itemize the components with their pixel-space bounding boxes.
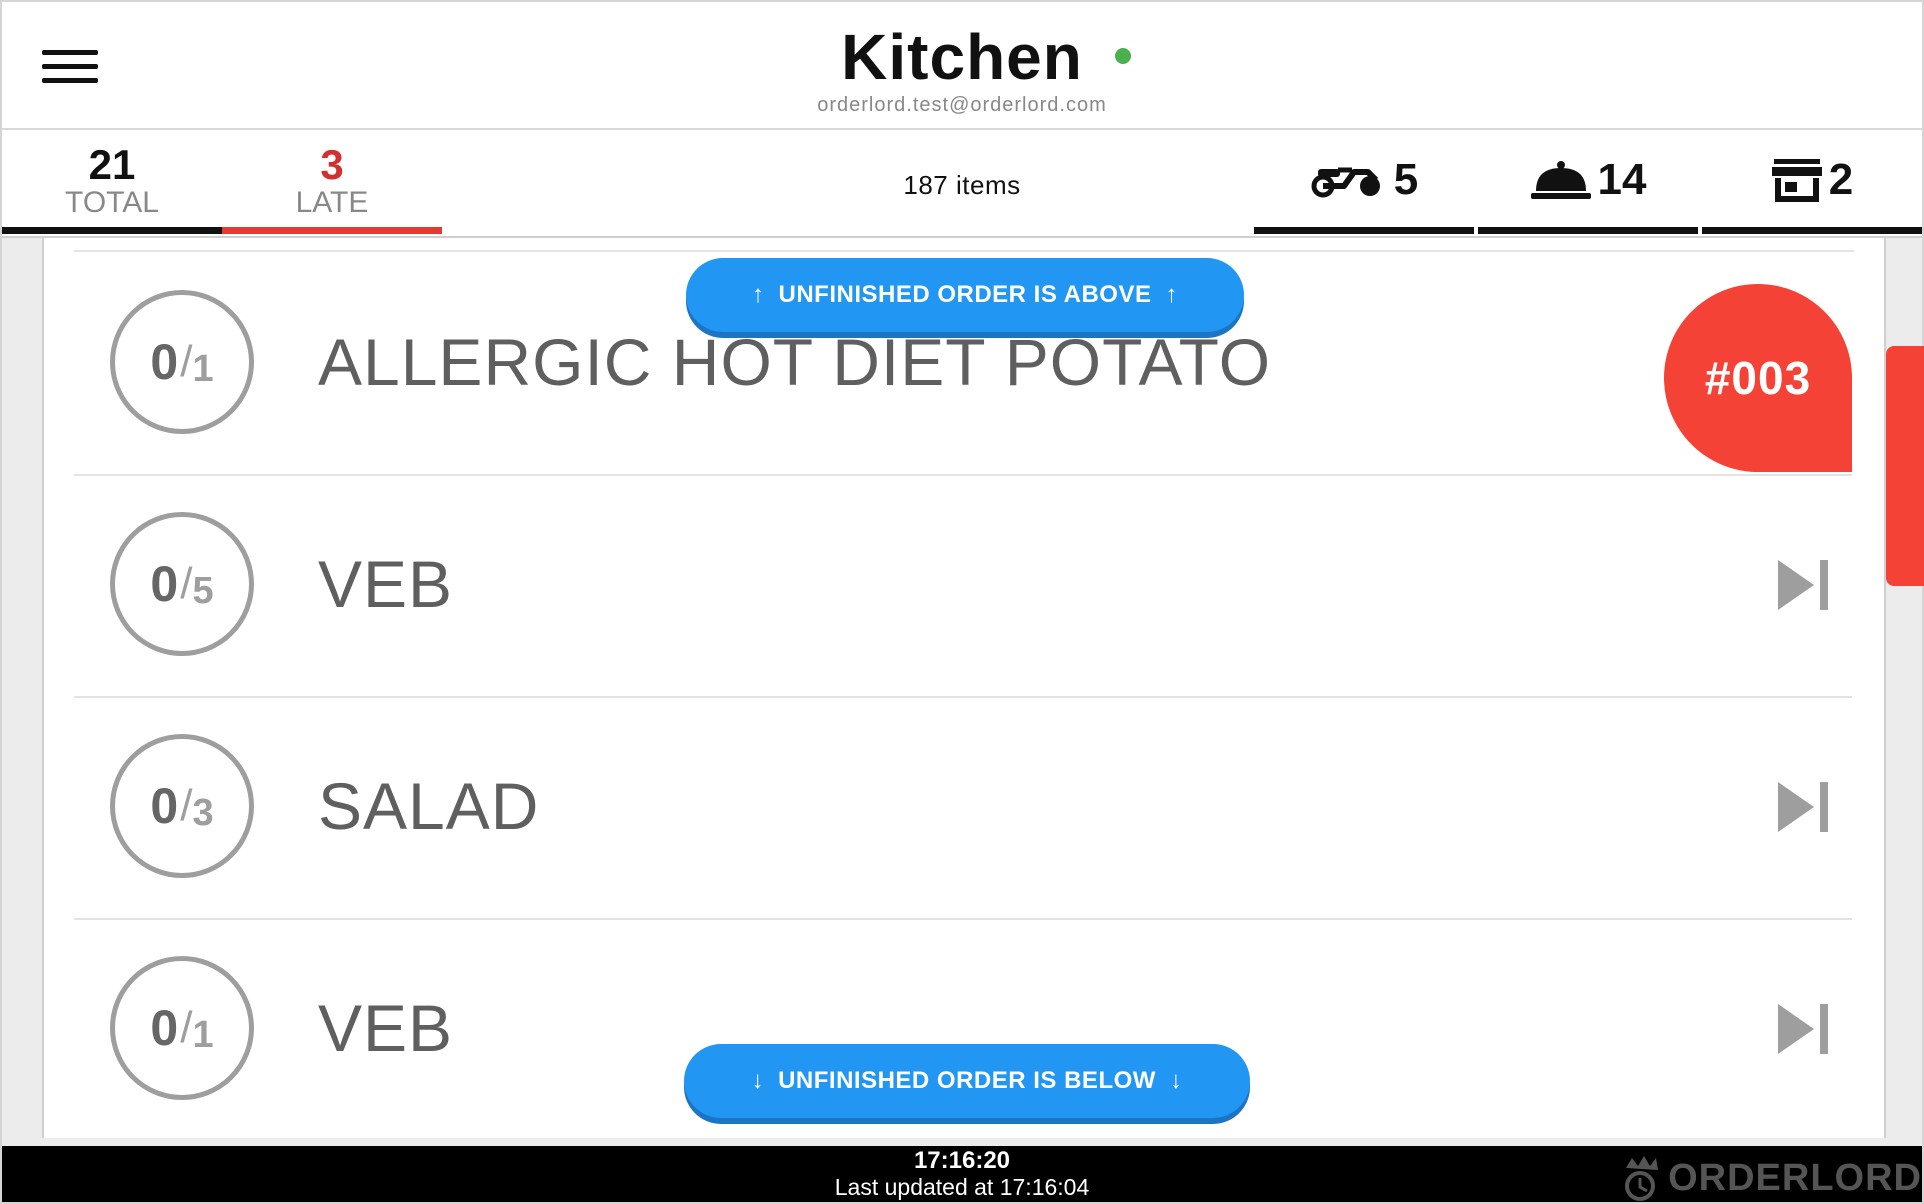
tab-total-underline <box>2 227 222 234</box>
item-total-count: 1 <box>192 347 214 390</box>
cloche-icon <box>1530 161 1591 199</box>
dine-in-count: 14 <box>1597 155 1647 204</box>
item-done-count: 0 <box>150 556 179 612</box>
item-progress-circle[interactable]: 0/1 <box>110 956 254 1100</box>
item-list: 0/1 ALLERGIC HOT DIET POTATO #003 0/5 VE… <box>42 238 1886 1138</box>
late-label: LATE <box>295 186 369 219</box>
item-done-count: 0 <box>150 778 179 834</box>
page-title: Kitchen <box>841 20 1131 94</box>
delivery-count: 5 <box>1393 155 1419 204</box>
side-drawer-handle[interactable] <box>1886 346 1924 586</box>
progress-slash: / <box>180 559 193 608</box>
tab-delivery[interactable]: 5 <box>1254 130 1474 234</box>
scooter-icon <box>1311 167 1380 198</box>
total-count: 21 <box>88 141 136 188</box>
item-done-count: 0 <box>150 334 179 390</box>
item-total-count: 5 <box>192 569 214 612</box>
brand-name: ORDERLORD <box>1668 1156 1922 1199</box>
takeaway-count: 2 <box>1828 155 1854 204</box>
skip-next-icon[interactable] <box>1776 780 1830 834</box>
tab-dine-in-underline <box>1478 227 1698 234</box>
page-title-text: Kitchen <box>841 21 1083 93</box>
progress-slash: / <box>180 1003 193 1052</box>
arrow-down-icon: ↓ <box>751 1067 765 1094</box>
list-item[interactable]: 0/3 SALAD <box>74 696 1852 920</box>
tab-delivery-underline <box>1254 227 1474 234</box>
arrow-down-icon: ↓ <box>1169 1067 1183 1094</box>
online-status-icon <box>1114 48 1131 64</box>
item-progress-circle[interactable]: 0/1 <box>110 290 254 434</box>
order-number-badge[interactable]: #003 <box>1664 284 1852 472</box>
item-name: SALAD <box>318 769 540 843</box>
storefront-icon <box>1771 159 1822 202</box>
item-done-count: 0 <box>150 1000 179 1056</box>
unfinished-order-above-button[interactable]: ↑ UNFINISHED ORDER IS ABOVE ↑ <box>686 258 1244 332</box>
items-count: 187 items <box>903 170 1021 200</box>
arrow-up-icon: ↑ <box>752 281 765 308</box>
late-count: 3 <box>320 141 344 188</box>
brand-logo: ORDERLORD <box>1618 1154 1922 1202</box>
item-progress-circle[interactable]: 0/5 <box>110 512 254 656</box>
tab-takeaway[interactable]: 2 <box>1702 130 1922 234</box>
status-footer: 17:16:20 Last updated at 17:16:04 ORDERL… <box>2 1146 1922 1202</box>
skip-next-icon[interactable] <box>1776 558 1830 612</box>
tab-takeaway-underline <box>1702 227 1922 234</box>
skip-next-icon[interactable] <box>1776 1002 1830 1056</box>
tab-late[interactable]: 3 LATE <box>222 130 442 234</box>
app-header: Kitchen orderlord.test@orderlord.com <box>2 2 1922 130</box>
item-name: VEB <box>318 991 454 1065</box>
item-total-count: 3 <box>192 791 214 834</box>
notice-below-label: UNFINISHED ORDER IS BELOW <box>778 1067 1156 1094</box>
total-label: TOTAL <box>65 186 159 219</box>
account-email: orderlord.test@orderlord.com <box>817 94 1107 116</box>
progress-slash: / <box>180 781 193 830</box>
tab-late-underline <box>222 227 442 234</box>
stats-bar: 21 TOTAL 3 LATE 187 items 5 14 2 <box>2 130 1922 238</box>
list-item[interactable]: 0/5 VEB <box>74 474 1852 698</box>
tab-dine-in[interactable]: 14 <box>1478 130 1698 234</box>
arrow-up-icon: ↑ <box>1165 281 1178 308</box>
item-name: ALLERGIC HOT DIET POTATO <box>318 325 1272 399</box>
item-name: VEB <box>318 547 454 621</box>
item-total-count: 1 <box>192 1013 214 1056</box>
unfinished-order-below-button[interactable]: ↓ UNFINISHED ORDER IS BELOW ↓ <box>684 1044 1250 1118</box>
progress-slash: / <box>180 337 193 386</box>
item-progress-circle[interactable]: 0/3 <box>110 734 254 878</box>
title-wrap: Kitchen <box>2 20 1922 94</box>
notice-above-label: UNFINISHED ORDER IS ABOVE <box>778 281 1152 308</box>
crown-clock-icon <box>1625 1156 1659 1201</box>
tab-total[interactable]: 21 TOTAL <box>2 130 222 234</box>
